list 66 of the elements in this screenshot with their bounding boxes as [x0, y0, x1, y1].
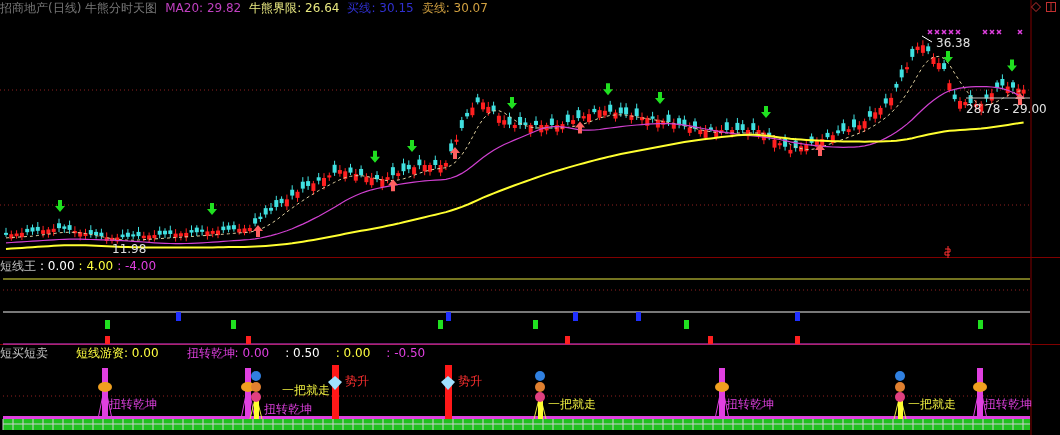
- indicator-value: : -4.00: [117, 258, 157, 274]
- indicator-value: : -0.50: [386, 345, 426, 361]
- signal-marker: [573, 312, 578, 321]
- down-arrow-icon: [1007, 59, 1017, 72]
- signal-marker: [708, 336, 713, 344]
- signal-marker: [795, 312, 800, 321]
- high-price-label: 36.38: [936, 36, 971, 50]
- indicator-value: : 0.00: [335, 345, 371, 361]
- up-arrow-icon: [815, 144, 825, 156]
- down-arrow-icon: [370, 150, 380, 163]
- signal-marker: [176, 312, 181, 321]
- up-arrow-icon: [388, 179, 398, 192]
- up-arrow-icon: [575, 121, 585, 134]
- signal-marker: [533, 320, 538, 329]
- signal-marker: [684, 320, 689, 329]
- indicator-value: 短线游资: 0.00: [76, 345, 159, 361]
- signal-marker: [795, 336, 800, 344]
- signal-label: 扭转乾坤: [984, 397, 1032, 411]
- indicator-value: : 0.00: [40, 258, 75, 274]
- signal-label: 扭转乾坤: [264, 402, 312, 416]
- dollar-mark-icon: [944, 245, 951, 258]
- indicator-value: 扭转乾坤: 0.00: [186, 345, 270, 361]
- legend-value: 牛熊界限: 26.64: [249, 0, 340, 16]
- legend-value: 买线: 30.15: [347, 0, 414, 16]
- up-arrow-icon: [253, 225, 263, 238]
- signal-marker: [231, 320, 236, 329]
- signal-marker: [565, 336, 570, 344]
- down-arrow-icon: [55, 200, 65, 212]
- down-arrow-icon: [407, 140, 417, 152]
- signal-label: 扭转乾坤: [109, 397, 157, 411]
- signal-marker: [978, 320, 983, 329]
- flower-stack-icon: [893, 371, 907, 420]
- signal-label: 扭转乾坤: [726, 397, 774, 411]
- pillar-icon: [328, 365, 342, 419]
- legend-value: MA20: 29.82: [165, 0, 242, 16]
- down-arrow-icon: [603, 83, 613, 96]
- indicator-value: : 0.50: [285, 345, 320, 361]
- down-arrow-icon: [943, 51, 953, 63]
- signal-marker: [446, 312, 451, 321]
- signal-marker: [636, 312, 641, 321]
- signal-label: 势升: [345, 374, 369, 388]
- signal-marker: [105, 336, 110, 344]
- indicator-value: : 4.00: [78, 258, 114, 274]
- signal-label: 势升: [458, 374, 482, 388]
- signal-label: 一把就走: [548, 397, 596, 411]
- legend-value: 卖线: 30.07: [421, 0, 488, 16]
- leader-line: [921, 35, 933, 43]
- flower-stack-icon: [249, 371, 263, 420]
- pane-title: 短买短卖: [0, 345, 48, 361]
- pillar-icon: [441, 365, 455, 419]
- signal-marker: [246, 336, 251, 344]
- signal-label: 一把就走: [908, 397, 956, 411]
- down-arrow-icon: [761, 106, 771, 118]
- signal-marker: [105, 320, 110, 329]
- leader-line: [965, 97, 1031, 99]
- down-arrow-icon: [507, 97, 517, 109]
- down-arrow-icon: [207, 203, 217, 216]
- down-arrow-icon: [655, 92, 665, 104]
- chart-title: 招商地产(日线) 牛熊分时天图: [0, 0, 158, 16]
- flower-stack-icon: [533, 371, 547, 420]
- up-arrow-icon: [1015, 93, 1025, 105]
- signal-label: 一把就走: [282, 383, 330, 397]
- signal-marker: [438, 320, 443, 329]
- up-arrow-icon: [450, 147, 460, 159]
- window-icon[interactable]: [1046, 2, 1056, 12]
- pane-title: 短线王: [0, 258, 36, 274]
